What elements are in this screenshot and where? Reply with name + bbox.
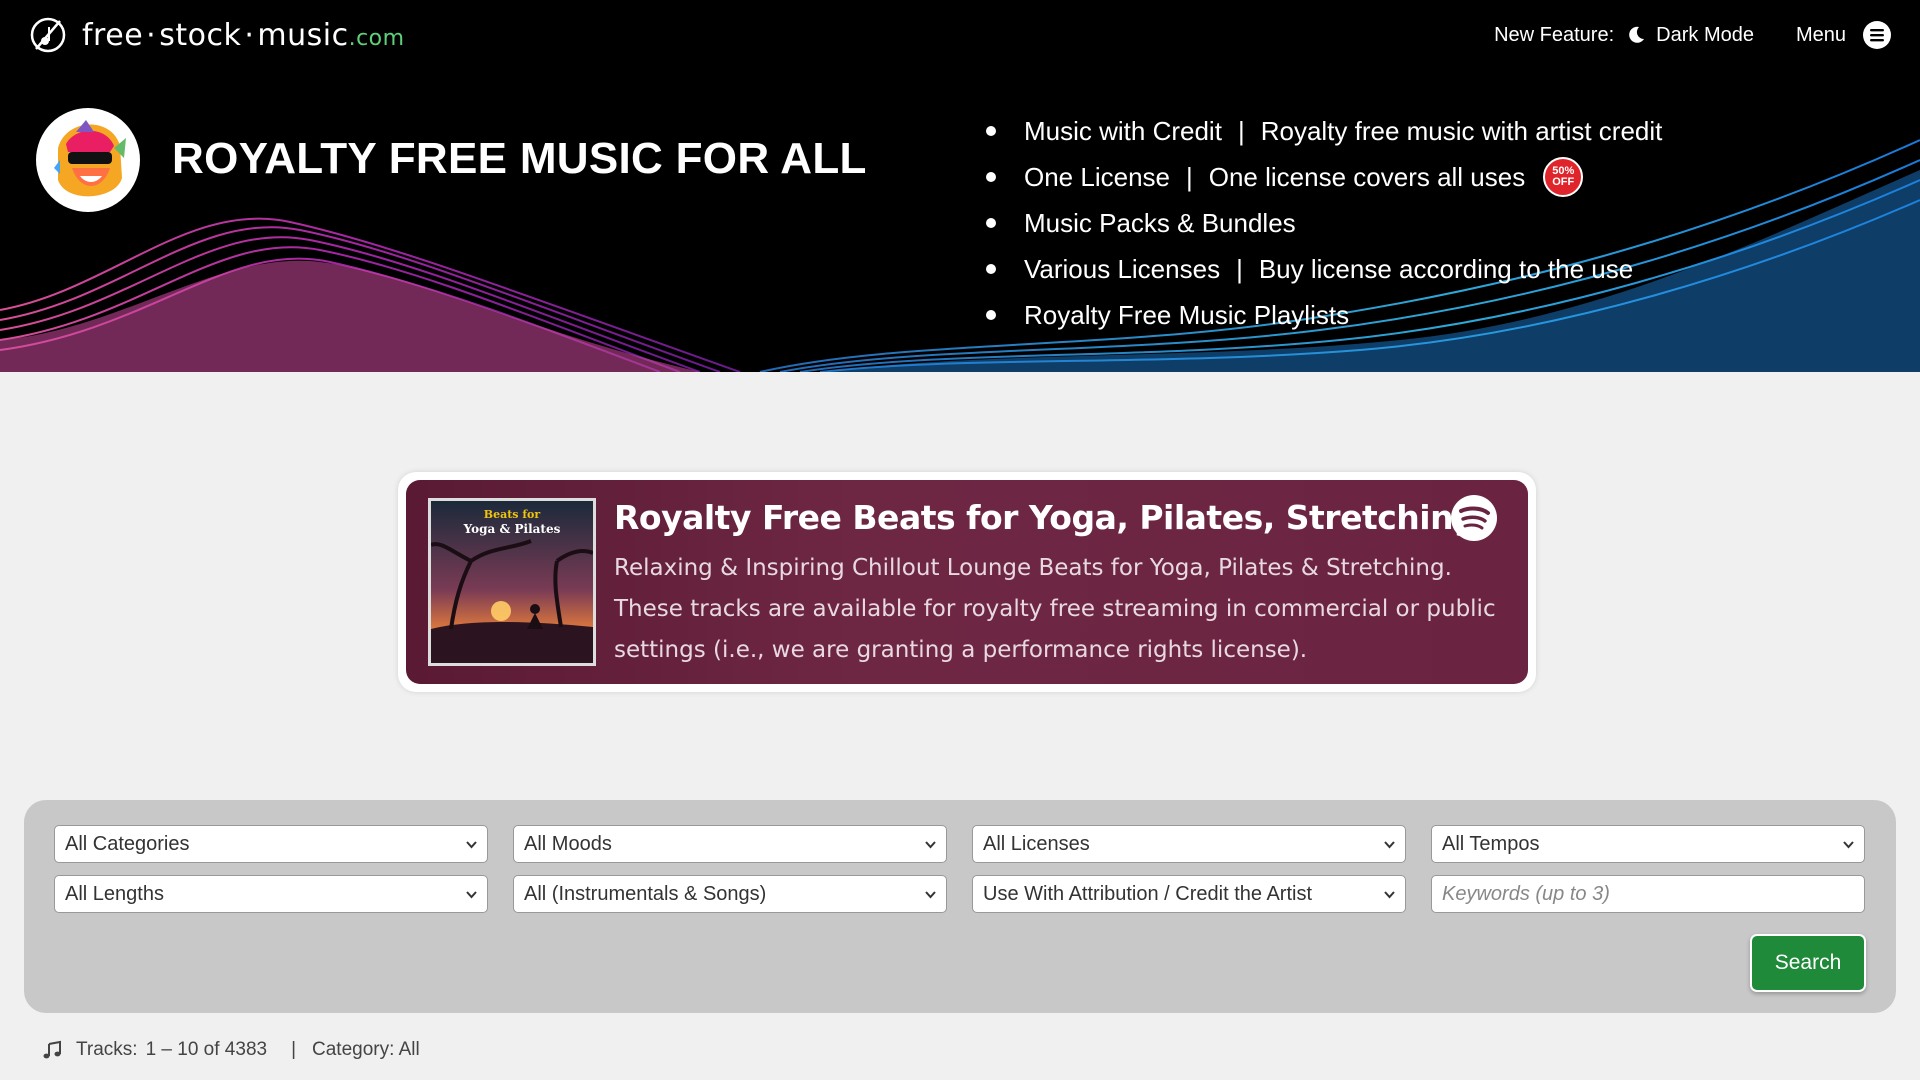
status-separator: | [291, 1039, 297, 1060]
category-select-value: All Categories [65, 832, 190, 855]
promo-card: Beats for Yoga & Pilates Royalty Free Be… [398, 472, 1536, 692]
chevron-down-icon [1384, 841, 1395, 849]
artist-avatar[interactable] [36, 108, 140, 212]
dark-mode-toggle[interactable]: Dark Mode [1656, 24, 1754, 47]
playlists-link[interactable]: Royalty Free Music Playlists [1024, 300, 1349, 331]
bullet-icon [986, 126, 996, 136]
license-select-value: All Licenses [983, 832, 1090, 855]
tracks-label: Tracks: [76, 1039, 138, 1060]
bullet-icon [986, 310, 996, 320]
bullet-icon [986, 218, 996, 228]
mood-select-value: All Moods [524, 832, 612, 855]
menu-button[interactable]: Menu [1796, 20, 1892, 50]
logo-mark-icon [30, 17, 66, 53]
keywords-placeholder: Keywords (up to 3) [1442, 882, 1610, 905]
logo-tld: .com [348, 25, 405, 51]
tracks-range: 1 – 10 of 4383 [145, 1039, 268, 1060]
chevron-down-icon [925, 891, 936, 899]
promo-description: Relaxing & Inspiring Chillout Lounge Bea… [614, 555, 1496, 663]
artist-credit-link[interactable]: Royalty free music with artist credit [1261, 116, 1663, 147]
tempo-select[interactable]: All Tempos [1431, 825, 1865, 863]
type-select-value: All (Instrumentals & Songs) [524, 882, 767, 905]
site-logo[interactable]: free · stock · music.com [28, 14, 405, 56]
feature-list: Music with Credit | Royalty free music w… [986, 108, 1662, 338]
music-note-icon [43, 1040, 61, 1059]
logo-text: free · stock · music.com [82, 17, 405, 53]
hero-title: ROYALTY FREE MUSIC FOR ALL [172, 134, 867, 183]
chevron-down-icon [1843, 841, 1854, 849]
license-select[interactable]: All Licenses [972, 825, 1406, 863]
top-right-controls: New Feature: Dark Mode Menu [1494, 18, 1892, 52]
type-select[interactable]: All (Instrumentals & Songs) [513, 875, 947, 913]
chevron-down-icon [925, 841, 936, 849]
moon-icon[interactable] [1626, 25, 1646, 45]
usage-select-value: Use With Attribution / Credit the Artist [983, 882, 1313, 905]
separator: | [1237, 115, 1245, 146]
logo-word-free: free [82, 17, 144, 53]
search-button[interactable]: Search [1750, 934, 1866, 992]
keywords-input[interactable]: Keywords (up to 3) [1431, 875, 1865, 913]
mood-select[interactable]: All Moods [513, 825, 947, 863]
top-bar: free · stock · music.com New Feature: Dark M… [0, 0, 1920, 70]
logo-word-stock: stock [159, 17, 242, 53]
usage-select[interactable]: Use With Attribution / Credit the Artist [972, 875, 1406, 913]
one-license-link[interactable]: One License [1024, 162, 1170, 193]
cover-title-main: Yoga & Pilates [463, 522, 561, 536]
search-button-label: Search [1774, 951, 1842, 974]
feature-item-music-with-credit: Music with Credit | Royalty free music w… [986, 108, 1662, 154]
various-licenses-link[interactable]: Various Licenses [1024, 254, 1220, 285]
pop-art-face-image [38, 110, 138, 210]
feature-item-playlists: Royalty Free Music Playlists [986, 292, 1662, 338]
tempo-select-value: All Tempos [1442, 832, 1540, 855]
spotify-icon [1451, 495, 1497, 541]
length-select-value: All Lengths [65, 882, 164, 905]
bullet-icon [986, 172, 996, 182]
cover-title: Beats for Yoga & Pilates [431, 507, 593, 537]
feature-item-one-license: One License | One license covers all use… [986, 154, 1662, 200]
bullet-icon [986, 264, 996, 274]
length-select[interactable]: All Lengths [54, 875, 488, 913]
discount-badge-bottom: OFF [1552, 176, 1575, 188]
chevron-down-icon [466, 841, 477, 849]
chevron-down-icon [1384, 891, 1395, 899]
logo-word-music: music [257, 17, 349, 53]
buy-license-link[interactable]: Buy license according to the use [1259, 254, 1633, 285]
results-status: Tracks: 1 – 10 of 4383 | Category: All [42, 1038, 420, 1062]
all-uses-link[interactable]: One license covers all uses [1209, 162, 1525, 193]
category-status: Category: All [312, 1039, 420, 1060]
album-cover: Beats for Yoga & Pilates [428, 498, 596, 666]
new-feature-label: New Feature: [1494, 23, 1615, 46]
search-filters-panel: All Categories All Moods All Licenses Al… [24, 800, 1896, 1013]
promo-title: Royalty Free Beats for Yoga, Pilates, St… [614, 498, 1477, 537]
chevron-down-icon [466, 891, 477, 899]
spotify-playlist-banner[interactable]: Beats for Yoga & Pilates Royalty Free Be… [406, 480, 1528, 684]
category-select[interactable]: All Categories [54, 825, 488, 863]
separator: | [1185, 161, 1193, 192]
cover-title-small: Beats for [483, 508, 541, 521]
hero-banner: free · stock · music.com New Feature: Dark M… [0, 0, 1920, 372]
menu-icon [1863, 21, 1891, 49]
menu-label: Menu [1795, 23, 1846, 46]
separator: | [1236, 253, 1243, 284]
feature-item-music-packs: Music Packs & Bundles [986, 200, 1662, 246]
music-with-credit-link[interactable]: Music with Credit [1024, 116, 1222, 147]
music-packs-link[interactable]: Music Packs & Bundles [1024, 208, 1296, 239]
feature-item-various-licenses: Various Licenses | Buy license according… [986, 246, 1662, 292]
discount-badge: 50% OFF [1543, 157, 1584, 197]
